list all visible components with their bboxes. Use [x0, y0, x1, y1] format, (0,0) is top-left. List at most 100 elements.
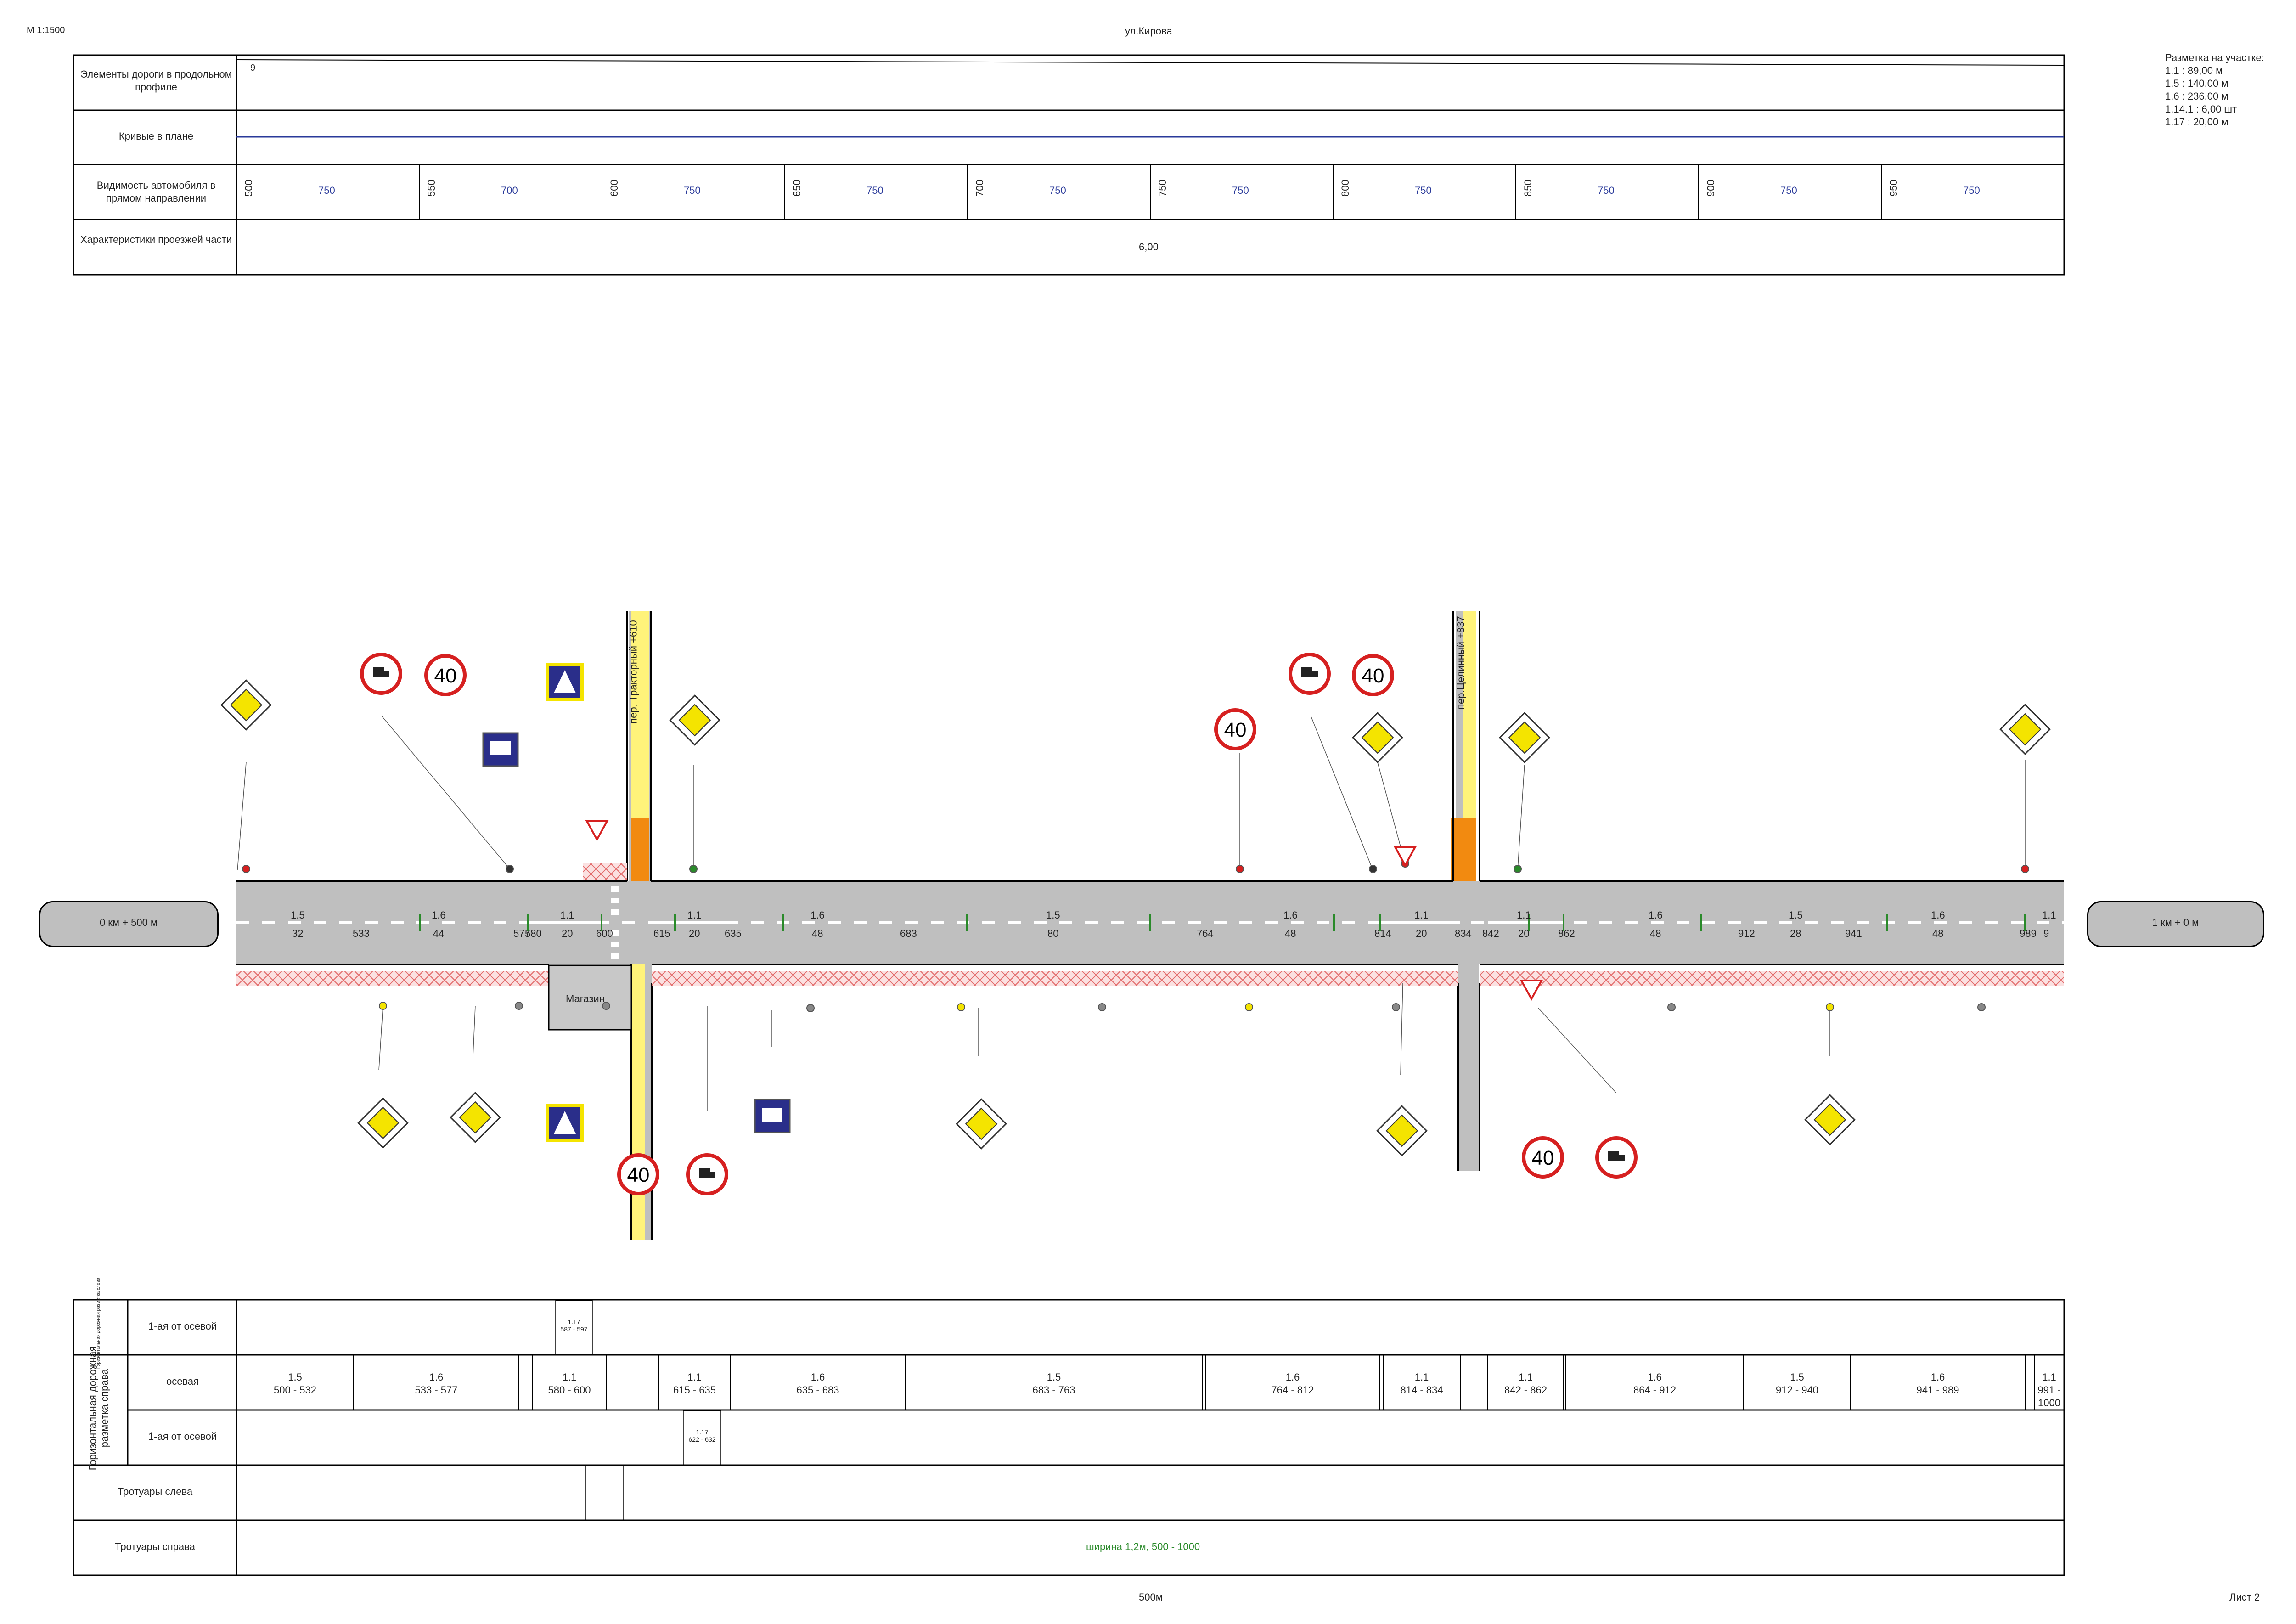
- sign-post-icon: [1977, 1003, 1986, 1011]
- sign-post-icon: [1392, 1003, 1400, 1011]
- crosswalk-sign-icon: [546, 1104, 584, 1142]
- marking-length: 814: [1374, 928, 1391, 939]
- axis-mark-range: 864 - 912: [1633, 1384, 1676, 1396]
- axis-row-label: осевая: [166, 1376, 199, 1387]
- visibility-picket: 600: [608, 180, 620, 197]
- visibility-picket: 850: [1522, 180, 1534, 197]
- marking-length: 989: [2020, 928, 2037, 939]
- axis-mark-code: 1.6: [1930, 1371, 1945, 1383]
- no-trucks-icon: [1289, 653, 1331, 695]
- speed-limit-icon: 40: [1522, 1136, 1564, 1179]
- sidewalk-right-value: ширина 1,2м, 500 - 1000: [1086, 1541, 1200, 1552]
- no-trucks-icon: [360, 653, 402, 695]
- marking-length: 48: [1932, 928, 1944, 939]
- left-mark-cell: 1.17 587 - 597: [560, 1318, 588, 1333]
- marking-length: 615: [653, 928, 670, 939]
- axis-mark-cell: 1.1 615 - 635: [659, 1371, 730, 1397]
- marking-length: 533: [353, 928, 370, 939]
- marking-length: 32: [292, 928, 304, 939]
- no-trucks-icon: [1595, 1136, 1638, 1179]
- visibility-picket: 700: [974, 180, 985, 197]
- axis-mark-code: 1.5: [1790, 1371, 1804, 1383]
- marking-length: 80: [1047, 928, 1059, 939]
- profile-row-label: Элементы дороги в продольном профиле: [80, 68, 232, 93]
- axis-mark-code: 1.6: [1648, 1371, 1662, 1383]
- marking-length: 683: [900, 928, 917, 939]
- bus-stop-icon: [482, 732, 519, 767]
- carriageway-width: 6,00: [1139, 241, 1159, 253]
- right-marking-group-label: Горизонтальная дорожная разметка справа: [87, 1346, 110, 1471]
- marking-code: 1.1: [1517, 909, 1531, 921]
- axis-mark-cell: 1.6 864 - 912: [1566, 1371, 1744, 1397]
- axis-mark-code: 1.1: [1414, 1371, 1429, 1383]
- main-road-sign-icon: [220, 679, 272, 731]
- marking-code: 1.5: [1789, 909, 1803, 921]
- axis-mark-cell: 1.1 842 - 862: [1488, 1371, 1564, 1397]
- marking-length: 862: [1558, 928, 1575, 939]
- visibility-row-label: Видимость автомобиля в прямом направлени…: [96, 180, 216, 204]
- length-label: 500м: [1139, 1591, 1163, 1603]
- marking-code: 1.5: [291, 909, 305, 921]
- main-road-sign-icon: [1804, 1094, 1856, 1145]
- axis-mark-code: 1.6: [810, 1371, 825, 1383]
- marking-length: 20: [562, 928, 573, 939]
- marking-code: 1.6: [1931, 909, 1945, 921]
- marking-length: 48: [1650, 928, 1661, 939]
- visibility-value: 750: [1415, 185, 1432, 196]
- main-road-sign-icon: [669, 694, 720, 746]
- curves-row-label: Кривые в плане: [118, 130, 194, 142]
- sidewalk-left-hatch: [583, 863, 627, 880]
- axis-mark-cell: 1.6 533 - 577: [354, 1371, 519, 1397]
- carriageway-row-label: Характеристики проезжей части: [80, 234, 232, 245]
- main-road-sign-icon: [357, 1097, 409, 1149]
- visibility-picket: 750: [1157, 180, 1168, 197]
- axis-mark-code: 1.6: [1285, 1371, 1300, 1383]
- right-mark-cell: 1.17 622 - 632: [688, 1428, 716, 1443]
- side-street-1-cross: [631, 818, 649, 882]
- sign-post-icon: [242, 865, 250, 873]
- sign-post-icon: [1236, 865, 1244, 873]
- speed-limit-icon: 40: [1214, 708, 1256, 750]
- right-first-row-label: 1-ая от осевой: [148, 1431, 217, 1442]
- main-road-sign-icon: [1999, 704, 2051, 755]
- sign-post-icon: [689, 865, 698, 873]
- marking-length: 28: [1790, 928, 1801, 939]
- axis-mark-code: 1.6: [429, 1371, 444, 1383]
- visibility-value: 700: [501, 185, 518, 196]
- marking-code: 1.6: [1283, 909, 1298, 921]
- axis-mark-code: 1.5: [288, 1371, 302, 1383]
- sheet-label: Лист 2: [2229, 1591, 2260, 1603]
- sign-post-icon: [2021, 865, 2029, 873]
- sign-post-icon: [1514, 865, 1522, 873]
- main-road-sign-icon: [1376, 1105, 1428, 1156]
- end-chainage: 1 км + 0 м: [2152, 917, 2199, 928]
- svg-text:40: 40: [1362, 665, 1384, 687]
- visibility-picket: 800: [1339, 180, 1351, 197]
- bus-stop-icon: [754, 1099, 791, 1133]
- visibility-value: 750: [1963, 185, 1980, 196]
- marking-code: 1.1: [560, 909, 574, 921]
- axis-mark-range: 580 - 600: [548, 1384, 591, 1396]
- axis-mark-cell: 1.1 991 - 1000: [2034, 1371, 2064, 1410]
- axis-mark-cell: 1.6 635 - 683: [730, 1371, 906, 1397]
- marking-code: 1.6: [432, 909, 446, 921]
- sign-post-icon: [1098, 1003, 1106, 1011]
- main-road-sign-icon: [956, 1098, 1007, 1150]
- marking-code: 1.6: [810, 909, 825, 921]
- marking-length: 842: [1482, 928, 1499, 939]
- svg-text:40: 40: [434, 665, 457, 687]
- side-street-1-label: пер. Тракторный +610: [627, 620, 639, 724]
- visibility-value: 750: [1598, 185, 1615, 196]
- start-chainage: 0 км + 500 м: [99, 917, 158, 928]
- marking-length: 20: [1416, 928, 1427, 939]
- sidewalk-right-row-label: Тротуары справа: [115, 1541, 195, 1552]
- svg-text:40: 40: [1224, 719, 1247, 741]
- visibility-picket: 900: [1705, 180, 1716, 197]
- sign-post-icon: [1245, 1003, 1253, 1011]
- visibility-picket: 650: [791, 180, 803, 197]
- axis-mark-cell: 1.1 814 - 834: [1383, 1371, 1460, 1397]
- axis-mark-range: 912 - 940: [1776, 1384, 1818, 1396]
- main-road-sign-icon: [1499, 712, 1550, 763]
- speed-limit-icon: 40: [617, 1153, 659, 1195]
- marking-code: 1.1: [1414, 909, 1429, 921]
